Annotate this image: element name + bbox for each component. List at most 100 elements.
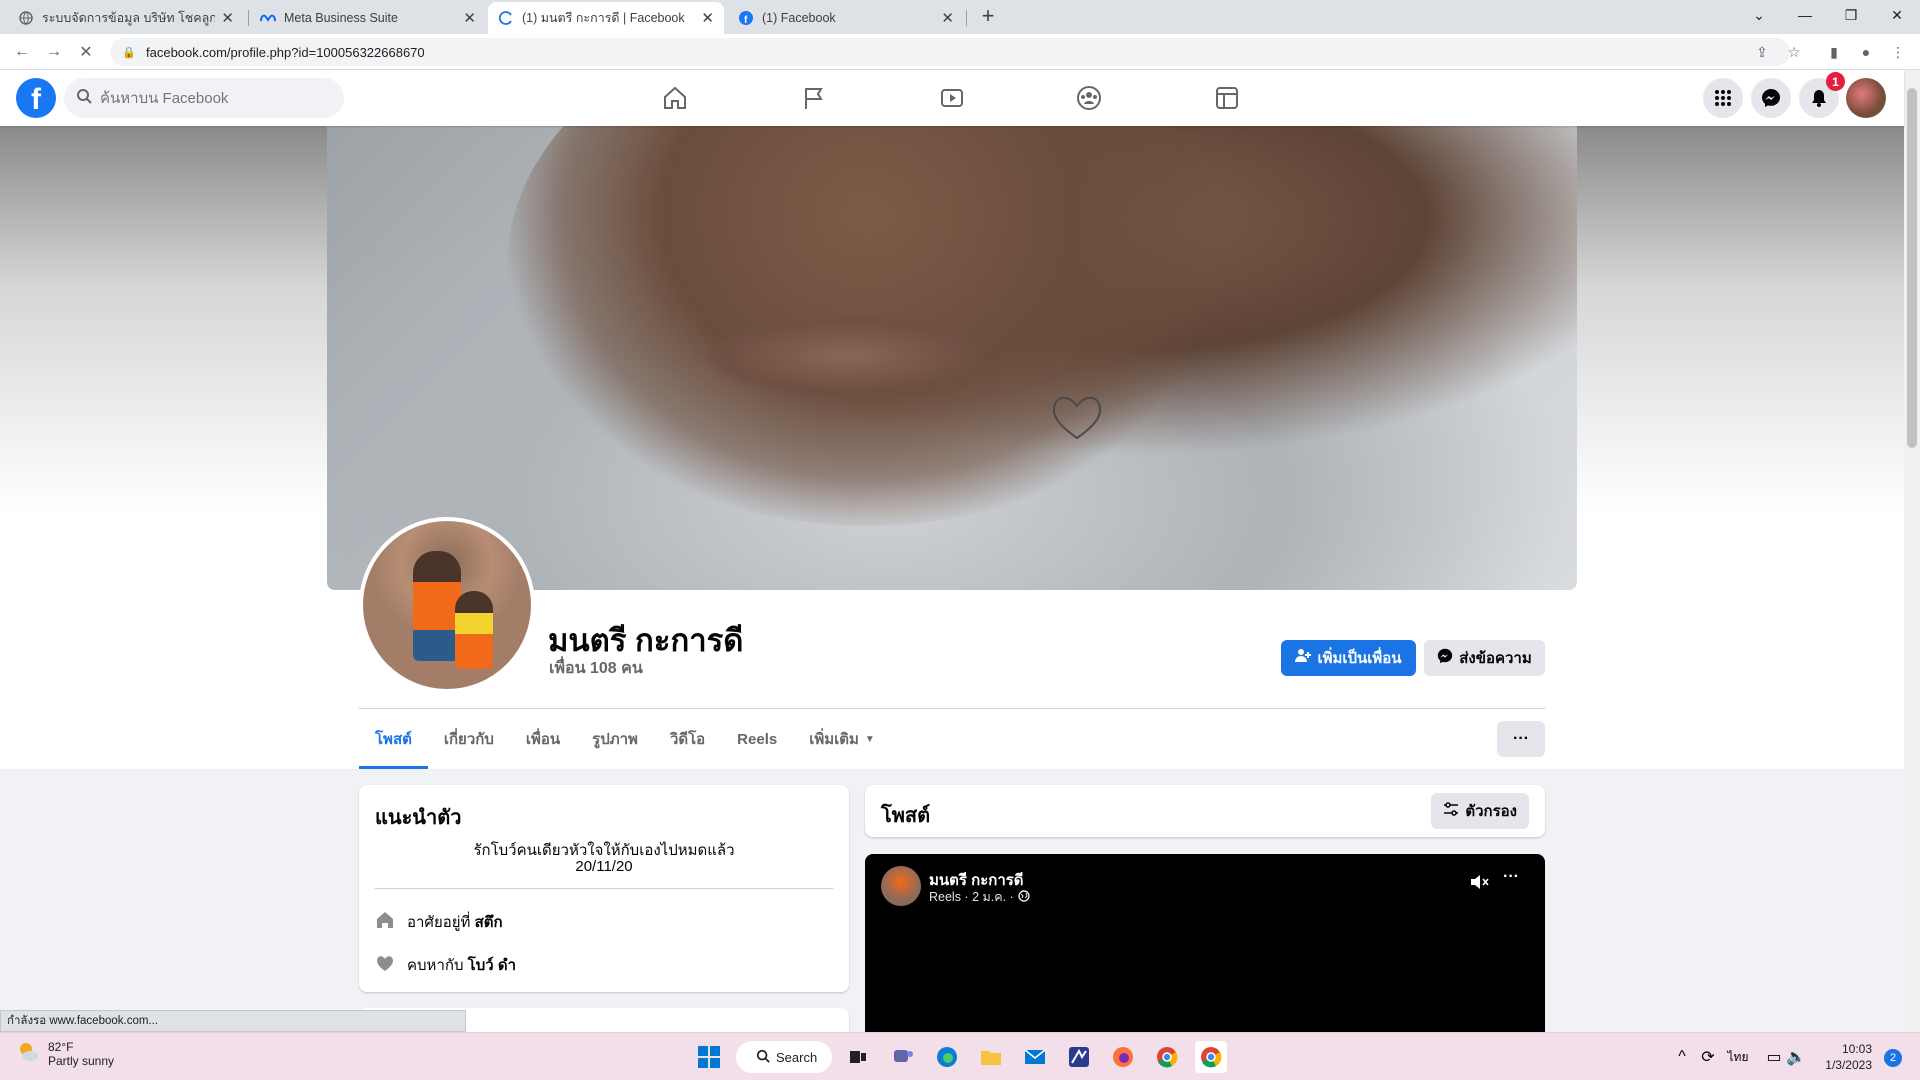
scrollbar-thumb[interactable] (1907, 88, 1917, 448)
forward-arrow-icon[interactable]: → (42, 40, 66, 64)
intro-title: แนะนำตัว (375, 807, 462, 829)
bio-line-2: 20/11/20 (575, 858, 633, 875)
account-avatar[interactable] (1846, 78, 1886, 118)
cover-photo[interactable] (327, 126, 1577, 590)
firefox-icon[interactable] (1107, 1041, 1139, 1073)
stop-loading-icon[interactable]: ✕ (74, 40, 98, 64)
search-icon (756, 1049, 770, 1066)
tab-videos[interactable]: วิดีโอ (654, 709, 721, 769)
url-omnibox[interactable]: 🔒 facebook.com/profile.php?id=1000563226… (110, 38, 1790, 66)
tab-more-label: เพิ่มเติม (809, 731, 859, 748)
tab-more[interactable]: เพิ่มเติม ▼ (793, 709, 891, 769)
sync-icon[interactable]: ⟳ (1692, 1041, 1724, 1073)
weather-temp: 82°F (48, 1039, 74, 1054)
windows-start-icon[interactable] (693, 1041, 725, 1073)
heart-tattoo-icon (1052, 396, 1102, 440)
tab-profile-active[interactable]: (1) มนตรี กะการดี | Facebook ✕ (488, 2, 724, 34)
back-arrow-icon[interactable]: ← (10, 40, 34, 64)
lives-text: อาศัยอยู่ที่ สตึก (407, 910, 503, 934)
nav-groups-icon[interactable] (1033, 70, 1145, 126)
more-options-button[interactable]: ··· (1497, 721, 1545, 757)
close-window-button[interactable]: ✕ (1874, 0, 1920, 30)
profile-icon[interactable]: ● (1856, 42, 1876, 62)
weather-widget[interactable]: 82°F Partly sunny (16, 1039, 114, 1068)
menu-grid-icon[interactable] (1703, 78, 1743, 118)
tab-title: ระบบจัดการข้อมูล บริษัท โชคลูกโชค . (42, 11, 216, 25)
messenger-icon[interactable] (1751, 78, 1791, 118)
close-icon[interactable]: ✕ (941, 9, 954, 27)
volume-icon[interactable]: 🔈 (1780, 1041, 1812, 1073)
browser-menu-icon[interactable]: ⋮ (1888, 42, 1908, 62)
home-icon (375, 910, 395, 934)
taskbar-search-button[interactable]: Search (736, 1041, 832, 1073)
lives-prefix: อาศัยอยู่ที่ (407, 914, 471, 931)
nav-pages-flag-icon[interactable] (758, 70, 870, 126)
chrome-alt-icon[interactable] (1151, 1041, 1183, 1073)
dating-prefix: คบหากับ (407, 957, 464, 974)
nav-gaming-icon[interactable] (1171, 70, 1283, 126)
tab-meta-business-suite[interactable]: Meta Business Suite ✕ (250, 2, 486, 34)
reel-post[interactable]: มนตรี กะการดี Reels · 2 ม.ค. · ··· (865, 854, 1545, 1034)
browser-status-bar: กำลังรอ www.facebook.com... (0, 1010, 466, 1032)
nav-watch-video-icon[interactable] (896, 70, 1008, 126)
tab-facebook[interactable]: f (1) Facebook ✕ (728, 2, 964, 34)
tab-posts[interactable]: โพสต์ (359, 709, 428, 769)
restore-button[interactable]: ❐ (1828, 0, 1874, 30)
notification-center-badge[interactable]: 2 (1884, 1049, 1902, 1067)
posts-title: โพสต์ (881, 805, 931, 827)
tab-reels[interactable]: Reels (721, 709, 793, 769)
send-message-button[interactable]: ส่งข้อความ (1424, 640, 1545, 676)
caret-down-icon: ▼ (864, 733, 875, 745)
intro-card: แนะนำตัว รักโบว์คนเดียวหัวใจให้กับเองไปห… (359, 785, 849, 992)
profile-tabs: โพสต์ เกี่ยวกับ เพื่อน รูปภาพ วิดีโอ Ree… (359, 709, 891, 769)
reel-author-avatar[interactable] (881, 866, 921, 906)
dating-value[interactable]: โบว์ ดำ (468, 957, 516, 974)
close-icon[interactable]: ✕ (221, 9, 234, 27)
app-icon[interactable] (1063, 1041, 1095, 1073)
mail-icon[interactable] (1019, 1041, 1051, 1073)
taskbar-search-label: Search (776, 1049, 818, 1065)
profile-picture[interactable] (359, 517, 535, 693)
teams-chat-icon[interactable] (887, 1041, 919, 1073)
search-input[interactable] (100, 89, 320, 107)
add-friend-button[interactable]: เพิ่มเป็นเพื่อน (1281, 640, 1416, 676)
friends-count-link[interactable]: เพื่อน 108 คน (549, 656, 643, 681)
tab-data-system[interactable]: ระบบจัดการข้อมูล บริษัท โชคลูกโชค . ✕ (8, 2, 244, 34)
clock-date: 1/3/2023 (1825, 1058, 1872, 1072)
close-icon[interactable]: ✕ (701, 9, 714, 27)
language-indicator[interactable]: ไทย (1722, 1041, 1754, 1073)
page-scrollbar[interactable] (1904, 70, 1920, 1032)
close-icon[interactable]: ✕ (463, 9, 476, 27)
tab-search-chevron-icon[interactable]: ⌄ (1736, 0, 1782, 30)
notifications-bell-icon[interactable]: 1 (1799, 72, 1845, 118)
meta-logo-icon (260, 10, 276, 26)
post-options-ellipsis-icon[interactable]: ··· (1503, 868, 1519, 886)
mute-speaker-icon[interactable] (1469, 872, 1489, 897)
file-explorer-icon[interactable] (975, 1041, 1007, 1073)
loading-spinner-icon (498, 10, 514, 26)
facebook-header: f 1 (0, 70, 1904, 126)
nav-home-icon[interactable] (619, 70, 731, 126)
tab-about[interactable]: เกี่ยวกับ (428, 709, 510, 769)
edge-browser-icon[interactable] (931, 1041, 963, 1073)
url-text: facebook.com/profile.php?id=100056322668… (146, 44, 425, 60)
task-view-icon[interactable] (842, 1041, 874, 1073)
tab-photos[interactable]: รูปภาพ (576, 709, 654, 769)
bookmark-star-icon[interactable]: ☆ (1784, 42, 1804, 62)
filter-button[interactable]: ตัวกรอง (1431, 793, 1529, 829)
lives-value[interactable]: สตึก (475, 914, 503, 931)
system-clock[interactable]: 10:03 1/3/2023 (1822, 1041, 1872, 1073)
facebook-logo-icon[interactable]: f (16, 78, 56, 118)
facebook-search-bar[interactable] (64, 78, 344, 118)
tab-friends[interactable]: เพื่อน (510, 709, 576, 769)
add-friend-label: เพิ่มเป็นเพื่อน (1317, 650, 1402, 667)
chrome-icon[interactable] (1195, 1041, 1227, 1073)
public-globe-icon (1017, 889, 1030, 905)
tab-title: Meta Business Suite (284, 11, 398, 25)
tab-title: (1) Facebook (762, 11, 836, 25)
reel-meta: Reels · 2 ม.ค. · (929, 887, 1030, 907)
side-panel-icon[interactable]: ▮ (1824, 42, 1844, 62)
share-icon[interactable]: ⇪ (1752, 42, 1772, 62)
new-tab-button[interactable]: + (974, 2, 1002, 30)
minimize-button[interactable]: — (1782, 0, 1828, 30)
